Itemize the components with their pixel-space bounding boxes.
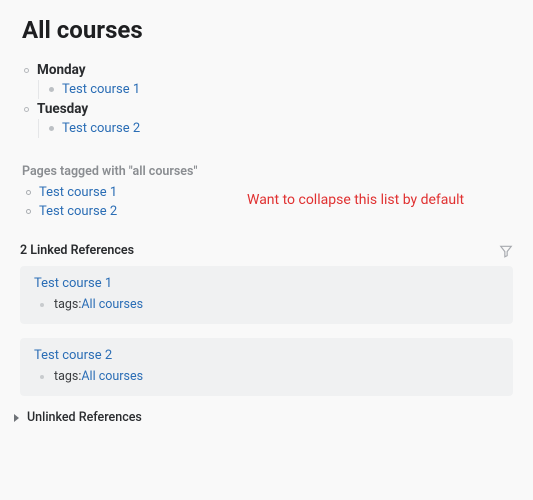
linked-ref-tag-row[interactable]: tags: All courses (40, 369, 499, 384)
tagged-page-link[interactable]: Test course 1 (39, 185, 117, 200)
filter-icon[interactable] (499, 244, 513, 258)
outline-day[interactable]: Tuesday (24, 99, 513, 119)
linked-ref-tag-link[interactable]: All courses (81, 297, 143, 312)
bullet-icon (24, 107, 29, 112)
linked-ref-tags-label: tags: (54, 369, 81, 384)
linked-ref-title[interactable]: Test course 2 (34, 348, 499, 363)
page-root: All courses Monday Test course 1 Tuesday… (0, 0, 533, 435)
outline-item[interactable]: Test course 1 (49, 80, 513, 99)
linked-refs-header-row: 2 Linked References (20, 243, 513, 258)
linked-ref-tag-link[interactable]: All courses (81, 369, 143, 384)
outline-child: Test course 1 (38, 80, 513, 99)
linked-ref-tags-label: tags: (54, 297, 81, 312)
linked-refs-title[interactable]: 2 Linked References (20, 243, 134, 258)
outline-item-link[interactable]: Test course 1 (62, 82, 140, 97)
outline-day[interactable]: Monday (24, 60, 513, 80)
outline-child: Test course 2 (38, 119, 513, 138)
unlinked-refs-title: Unlinked References (27, 410, 142, 425)
page-title: All courses (22, 16, 513, 44)
outline-day-label: Monday (37, 62, 86, 78)
bullet-icon (49, 126, 54, 131)
hollow-bullet-icon (26, 190, 31, 195)
bullet-icon (49, 87, 54, 92)
outline: Monday Test course 1 Tuesday Test course… (24, 60, 513, 138)
bullet-icon (24, 68, 29, 73)
annotation-text: Want to collapse this list by default (247, 192, 464, 208)
linked-ref-card: Test course 1 tags: All courses (20, 266, 513, 324)
bullet-icon (40, 303, 44, 307)
tagged-pages-header: Pages tagged with "all courses" (22, 164, 513, 179)
hollow-bullet-icon (26, 209, 31, 214)
unlinked-refs-toggle[interactable]: Unlinked References (14, 410, 513, 425)
bullet-icon (40, 375, 44, 379)
linked-ref-tag-row[interactable]: tags: All courses (40, 297, 499, 312)
linked-ref-title[interactable]: Test course 1 (34, 276, 499, 291)
caret-right-icon (14, 414, 19, 422)
outline-item-link[interactable]: Test course 2 (62, 121, 140, 136)
linked-ref-card: Test course 2 tags: All courses (20, 338, 513, 396)
outline-day-label: Tuesday (37, 101, 88, 117)
outline-item[interactable]: Test course 2 (49, 119, 513, 138)
tagged-page-link[interactable]: Test course 2 (39, 204, 117, 219)
